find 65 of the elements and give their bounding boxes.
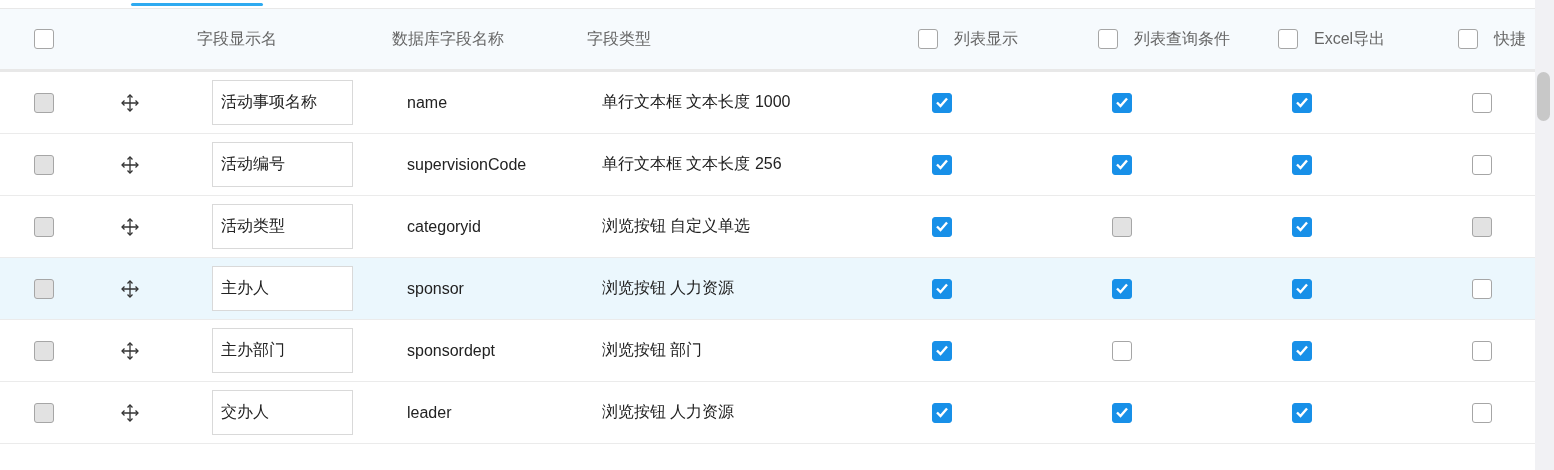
db-field-name: leader (407, 402, 453, 423)
move-icon[interactable] (120, 402, 140, 423)
checkbox[interactable] (1278, 29, 1298, 49)
display-name-field[interactable]: 主办人 (212, 266, 353, 311)
column-header: 快捷 (1494, 28, 1526, 49)
db-field-name: sponsor (407, 278, 465, 299)
checkbox[interactable] (1292, 340, 1312, 361)
field-type: 浏览按钮 人力资源 (602, 402, 735, 422)
column-header: Excel导出 (1314, 28, 1386, 49)
field-type: 浏览按钮 人力资源 (602, 278, 735, 298)
column-header: 字段显示名 (197, 28, 277, 49)
table-row[interactable]: 主办部门 sponsordept 浏览按钮 部门 (0, 320, 1535, 382)
checkbox[interactable] (1112, 402, 1132, 423)
db-field-name: sponsordept (407, 340, 497, 361)
column-header: 字段类型 (587, 28, 651, 49)
checkbox[interactable] (1292, 402, 1312, 423)
checkbox[interactable] (1458, 29, 1478, 49)
scrollbar[interactable] (1535, 0, 1554, 470)
checkbox[interactable] (1112, 340, 1132, 361)
move-icon[interactable] (120, 154, 140, 175)
checkbox[interactable] (34, 29, 54, 49)
checkbox[interactable] (932, 278, 952, 299)
field-type: 单行文本框 文本长度 1000 (602, 92, 791, 112)
table-row[interactable]: 交办人 leader 浏览按钮 人力资源 (0, 382, 1535, 444)
checkbox[interactable] (1292, 154, 1312, 175)
checkbox[interactable] (1292, 92, 1312, 113)
checkbox[interactable] (1472, 402, 1492, 423)
db-field-name: supervisionCode (407, 154, 528, 175)
checkbox[interactable] (932, 216, 952, 237)
checkbox[interactable] (1292, 216, 1312, 237)
db-field-name: categoryid (407, 216, 482, 237)
checkbox[interactable] (932, 402, 952, 423)
checkbox[interactable] (1098, 29, 1118, 49)
checkbox[interactable] (1292, 278, 1312, 299)
checkbox[interactable] (932, 92, 952, 113)
move-icon[interactable] (120, 278, 140, 299)
display-name-field[interactable]: 活动编号 (212, 142, 353, 187)
table-row[interactable]: 活动编号 supervisionCode 单行文本框 文本长度 256 (0, 134, 1535, 196)
display-name-field[interactable]: 主办部门 (212, 328, 353, 373)
move-icon[interactable] (120, 216, 140, 237)
display-name-field[interactable]: 活动类型 (212, 204, 353, 249)
field-type: 单行文本框 文本长度 256 (602, 154, 782, 174)
checkbox[interactable] (1472, 278, 1492, 299)
checkbox[interactable] (1472, 154, 1492, 175)
field-type: 浏览按钮 部门 (602, 340, 703, 360)
checkbox[interactable] (932, 154, 952, 175)
checkbox[interactable] (918, 29, 938, 49)
column-header: 列表显示 (954, 28, 1018, 49)
checkbox[interactable] (1112, 92, 1132, 113)
checkbox[interactable] (1472, 340, 1492, 361)
checkbox[interactable] (1112, 154, 1132, 175)
display-name-field[interactable]: 交办人 (212, 390, 353, 435)
scrollbar-thumb[interactable] (1537, 72, 1550, 121)
move-icon[interactable] (120, 92, 140, 113)
field-type: 浏览按钮 自定义单选 (602, 216, 751, 236)
table-row[interactable]: 主办人 sponsor 浏览按钮 人力资源 (0, 258, 1535, 320)
checkbox[interactable] (1112, 278, 1132, 299)
checkbox[interactable] (932, 340, 952, 361)
column-header: 数据库字段名称 (392, 28, 504, 49)
checkbox[interactable] (1472, 92, 1492, 113)
move-icon[interactable] (120, 340, 140, 361)
table-row[interactable]: 活动事项名称 name 单行文本框 文本长度 1000 (0, 72, 1535, 134)
column-header: 列表查询条件 (1134, 28, 1230, 49)
db-field-name: name (407, 92, 449, 113)
display-name-field[interactable]: 活动事项名称 (212, 80, 353, 125)
